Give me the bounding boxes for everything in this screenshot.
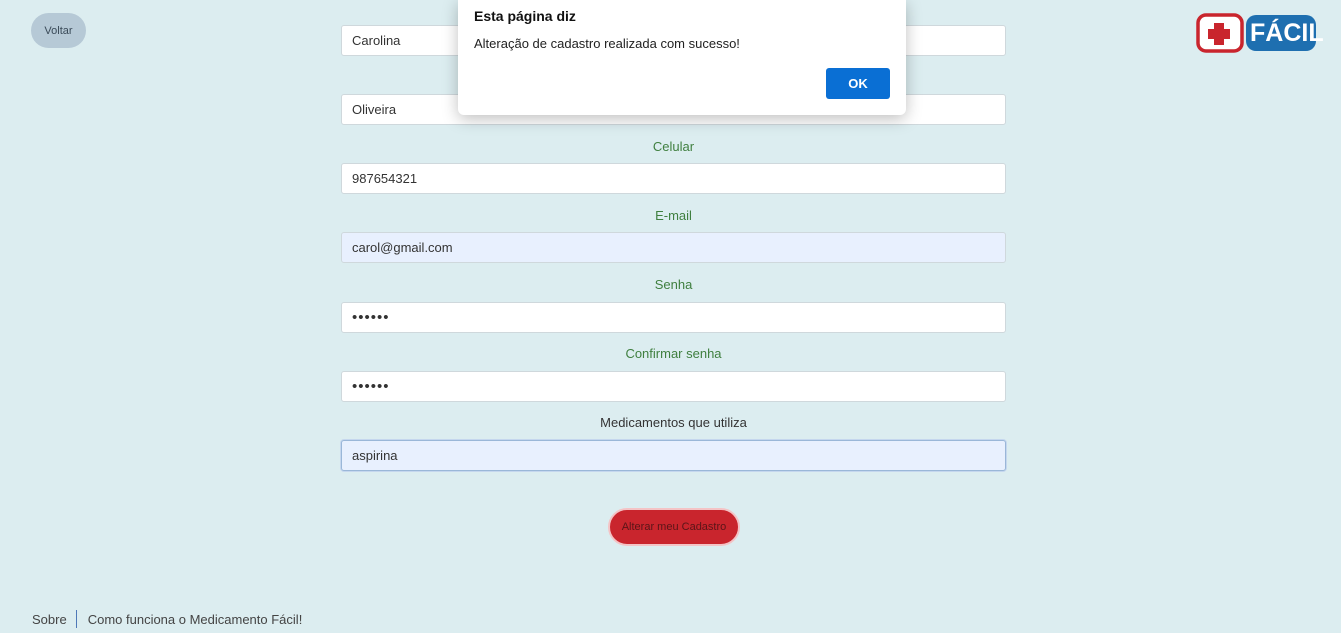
phone-field[interactable]: 987654321 [341,163,1006,194]
medications-field[interactable]: aspirina [341,440,1006,471]
confirm-password-field[interactable]: •••••• [341,371,1006,402]
app-logo: FÁCIL [1196,13,1324,53]
footer-link-how-it-works[interactable]: Como funciona o Medicamento Fácil! [88,612,303,627]
footer: Sobre Como funciona o Medicamento Fácil! [32,610,302,628]
medications-label: Medicamentos que utiliza [600,415,747,430]
phone-label: Celular [652,139,695,154]
email-label: E-mail [655,208,692,223]
confirm-password-label: Confirmar senha [625,346,722,361]
footer-link-about[interactable]: Sobre [32,612,67,627]
back-button[interactable]: Voltar [31,13,86,48]
password-field[interactable]: •••••• [341,302,1006,333]
alert-dialog: Esta página diz Alteração de cadastro re… [458,0,906,115]
dialog-ok-button[interactable]: OK [826,68,890,99]
update-profile-button[interactable]: Alterar meu Cadastro [608,508,740,546]
email-field[interactable]: carol@gmail.com [341,232,1006,263]
footer-divider [75,610,77,628]
dialog-message: Alteração de cadastro realizada com suce… [474,36,740,51]
password-label: Senha [654,277,693,292]
logo-text: FÁCIL [1250,19,1324,47]
dialog-title: Esta página diz [474,8,576,24]
